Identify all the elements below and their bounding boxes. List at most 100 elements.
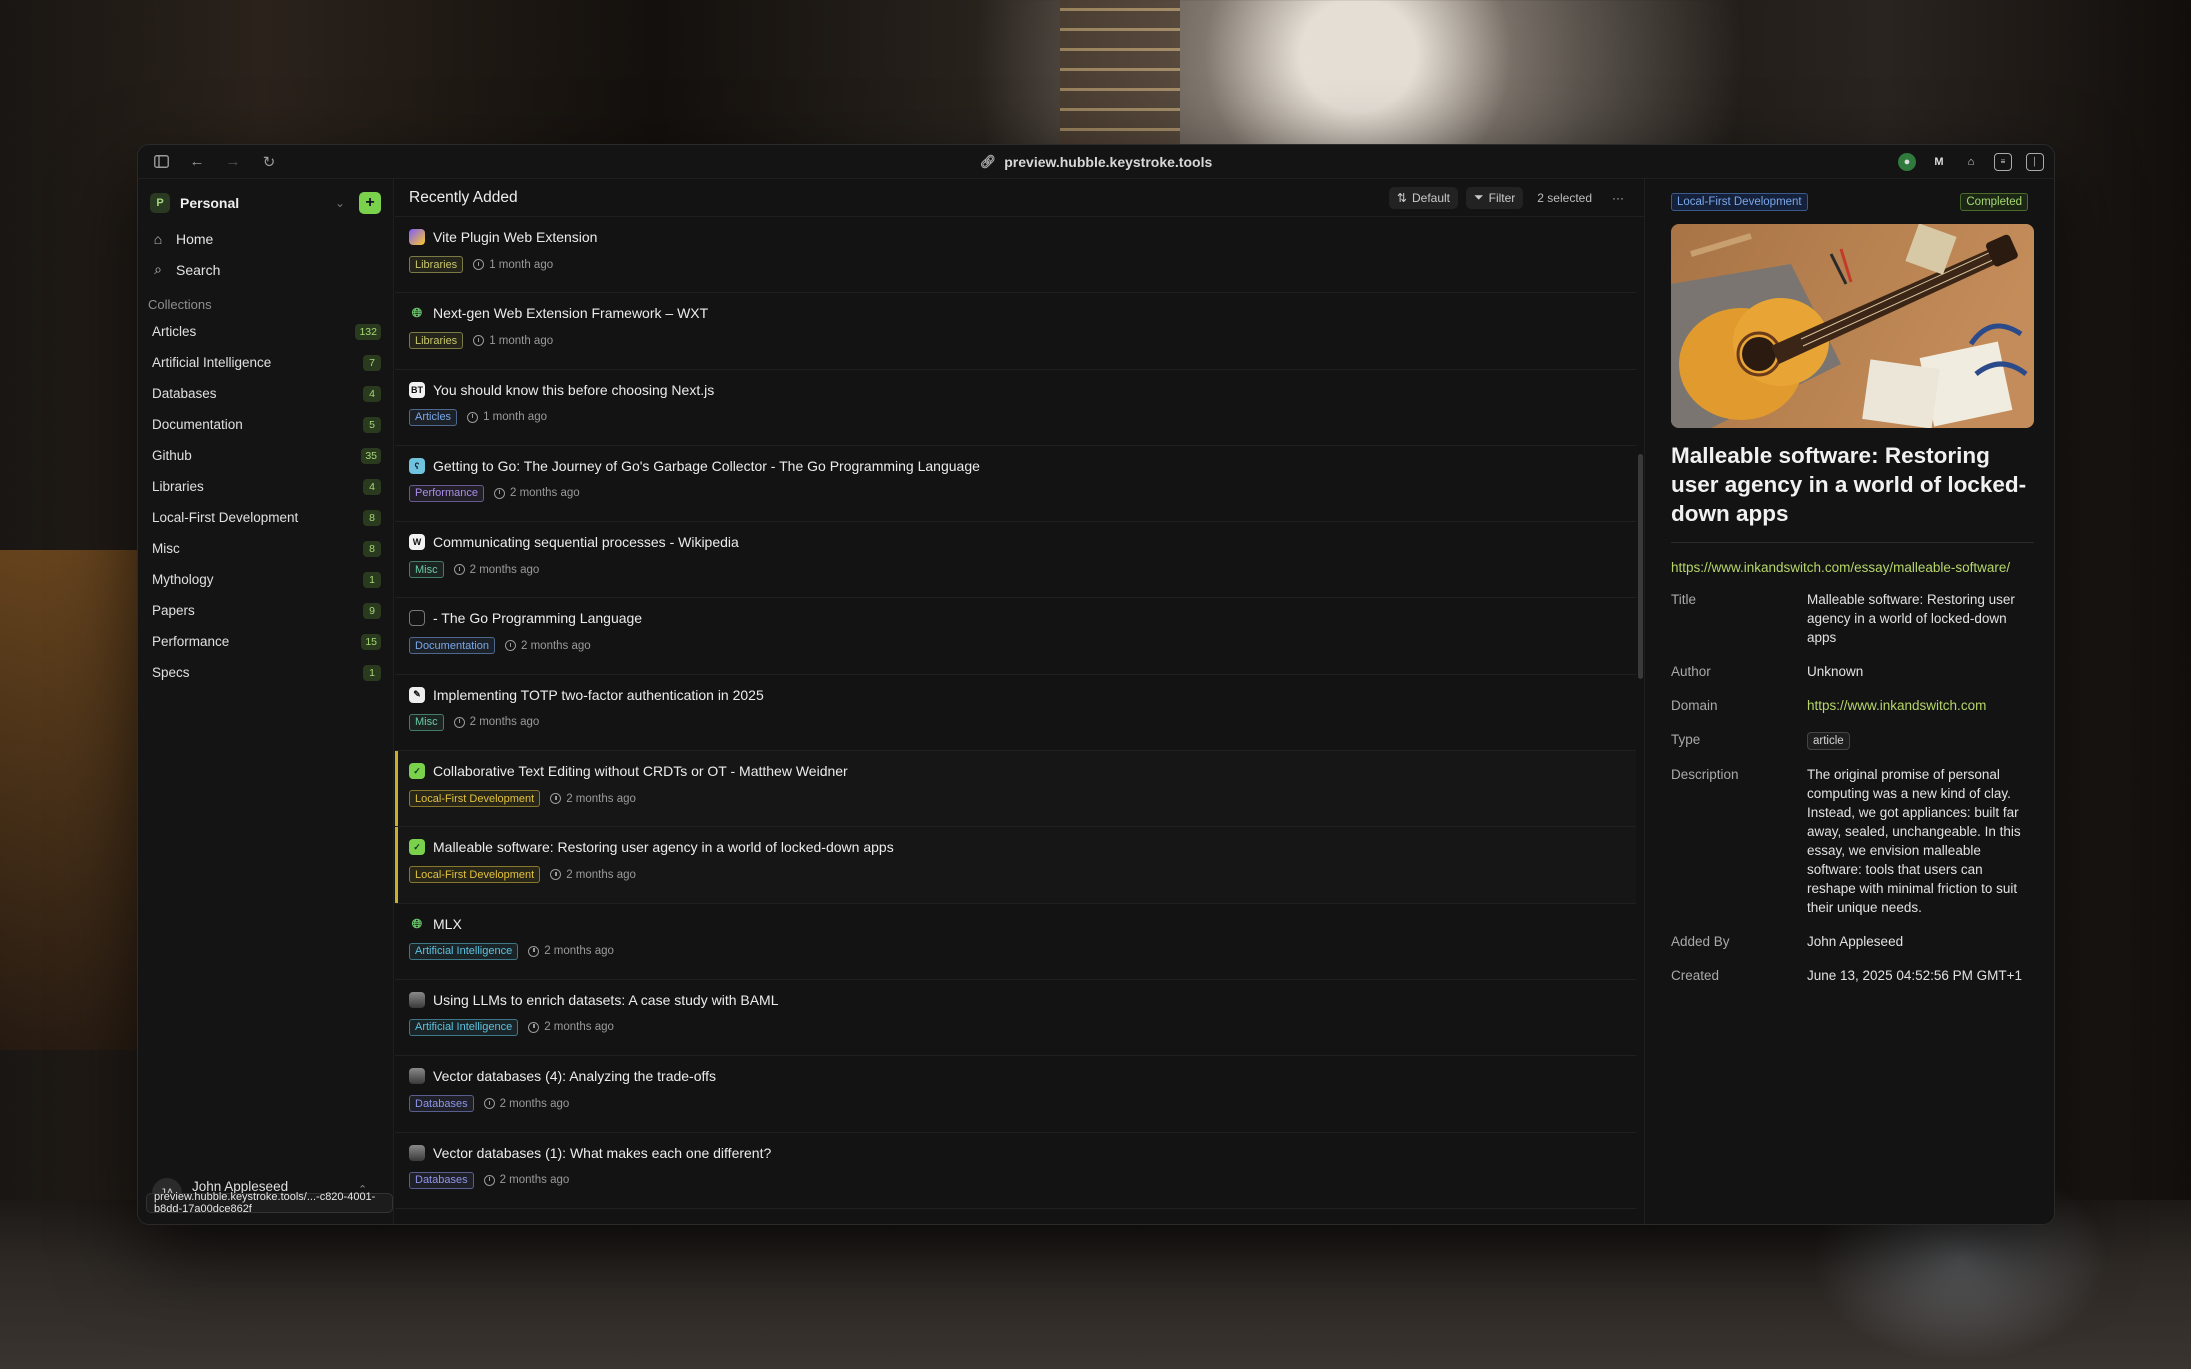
list-item[interactable]: ʕ Getting to Go: The Journey of Go's Garb… <box>395 446 1636 523</box>
checkbox-checked-icon: ✓ <box>409 763 425 780</box>
property-description: Description The original promise of perso… <box>1671 765 2028 917</box>
collection-tag[interactable]: Artificial Intelligence <box>409 942 519 960</box>
collection-tag[interactable]: Local-First Development <box>1671 193 1808 211</box>
list-item[interactable]: 🌐︎ Next-gen Web Extension Framework – WXT… <box>395 293 1636 370</box>
sidebar-item-documentation[interactable]: Documentation 5 <box>138 409 393 440</box>
sidebar: P Personal ⌄ + ⌂ Home ⌕ Search Collectio… <box>138 179 394 1224</box>
nav-home[interactable]: ⌂ Home <box>138 223 393 254</box>
sidebar-item-libraries[interactable]: Libraries 4 <box>138 471 393 502</box>
property-value[interactable]: https://www.inkandswitch.com <box>1807 696 2028 715</box>
photo-icon <box>409 1144 425 1161</box>
collection-tag[interactable]: Libraries <box>409 332 464 350</box>
collection-tag[interactable]: Articles <box>409 408 458 426</box>
checkbox-checked-icon: ✓ <box>409 839 425 856</box>
extension-list-icon[interactable]: ≡ <box>1994 152 2012 171</box>
clock-icon <box>453 564 465 576</box>
detail-title: Malleable software: Restoring user agenc… <box>1671 443 2027 526</box>
blank-page-icon <box>409 610 425 627</box>
sidebar-item-performance[interactable]: Performance 15 <box>138 626 393 657</box>
timestamp: 2 months ago <box>505 640 591 652</box>
detail-url-link[interactable]: https://www.inkandswitch.com/essay/malle… <box>1671 559 2011 578</box>
sidebar-item-articles[interactable]: Articles 132 <box>138 316 393 347</box>
list-item-title[interactable]: Getting to Go: The Journey of Go's Garba… <box>433 458 980 474</box>
collection-tag[interactable]: Artificial Intelligence <box>409 1018 519 1036</box>
list-item-title[interactable]: Vector databases (1): What makes each on… <box>433 1145 771 1161</box>
list-item[interactable]: - The Go Programming Language Documentati… <box>395 598 1636 675</box>
list-item-header: ✓ Collaborative Text Editing without CRDT… <box>409 761 1636 781</box>
list-item-title[interactable]: Communicating sequential processes - Wik… <box>433 534 739 550</box>
sidebar-toggle-icon[interactable] <box>150 151 172 173</box>
sort-button[interactable]: ⇅ Default <box>1388 186 1459 209</box>
list-item[interactable]: ✎ Implementing TOTP two-factor authentica… <box>395 675 1636 752</box>
list-item-title[interactable]: Vite Plugin Web Extension <box>433 229 597 245</box>
wikipedia-icon: W <box>409 534 425 551</box>
list-item-meta: Databases 2 months ago <box>409 1171 1636 1189</box>
scrollbar[interactable] <box>1638 454 1643 679</box>
link-icon: 🔗︎ <box>979 154 997 169</box>
collection-tag[interactable]: Misc <box>409 561 444 579</box>
extension-m-icon[interactable]: M <box>1930 153 1948 171</box>
list-item-title[interactable]: Using LLMs to enrich datasets: A case st… <box>433 992 779 1008</box>
sidebar-item-databases[interactable]: Databases 4 <box>138 378 393 409</box>
sidebar-item-misc[interactable]: Misc 8 <box>138 533 393 564</box>
list-item[interactable]: W Communicating sequential processes - Wi… <box>395 522 1636 599</box>
list-item-header: ✎ Implementing TOTP two-factor authentica… <box>409 685 1636 705</box>
collection-tag[interactable]: Databases <box>409 1095 474 1113</box>
add-button[interactable]: + <box>359 192 381 214</box>
list-item[interactable]: Vite Plugin Web Extension Libraries 1 mont… <box>395 217 1636 294</box>
nav-home-label: Home <box>176 230 214 247</box>
collection-tag[interactable]: Local-First Development <box>409 866 541 884</box>
list-item[interactable]: Using LLMs to enrich datasets: A case st… <box>395 980 1636 1057</box>
nav-search-label: Search <box>176 261 221 278</box>
property-value: John Appleseed <box>1807 934 1904 950</box>
list-item-title[interactable]: Vector databases (4): Analyzing the trad… <box>433 1068 716 1084</box>
nav-search[interactable]: ⌕ Search <box>138 254 393 285</box>
list-item[interactable]: Vector databases (1): What makes each on… <box>395 1133 1636 1209</box>
timestamp: 2 months ago <box>483 1098 569 1110</box>
list-item-title[interactable]: Malleable software: Restoring user agenc… <box>433 839 894 855</box>
reload-icon[interactable]: ↻ <box>258 151 280 173</box>
chevron-down-icon[interactable]: ⌄ <box>335 196 345 210</box>
property-value: June 13, 2025 04:52:56 PM GMT+1 <box>1807 968 2023 984</box>
filter-button[interactable]: ⏷ Filter <box>1466 186 1524 209</box>
list-item[interactable]: Vector databases (4): Analyzing the trad… <box>395 1056 1636 1133</box>
address-bar[interactable]: 🔗︎ preview.hubble.keystroke.tools <box>138 145 2054 179</box>
extension-green-icon[interactable]: ● <box>1898 152 1916 171</box>
sidebar-item-papers[interactable]: Papers 9 <box>138 595 393 626</box>
sidebar-item-local-first-development[interactable]: Local-First Development 8 <box>138 502 393 533</box>
collection-tag[interactable]: Performance <box>409 484 484 502</box>
timestamp-text: 2 months ago <box>499 1174 570 1187</box>
collections-list: Articles 132 Artificial Intelligence 7 Datab… <box>138 316 393 688</box>
list-item-title[interactable]: Collaborative Text Editing without CRDTs… <box>433 763 848 779</box>
list-item-title[interactable]: You should know this before choosing Nex… <box>433 382 714 398</box>
collection-tag[interactable]: Databases <box>409 1171 474 1189</box>
sidebar-item-artificial-intelligence[interactable]: Artificial Intelligence 7 <box>138 347 393 378</box>
sidebar-item-specs[interactable]: Specs 1 <box>138 657 393 688</box>
list-item-title[interactable]: Next-gen Web Extension Framework – WXT <box>433 305 708 321</box>
collection-tag[interactable]: Misc <box>409 713 444 731</box>
collection-tag[interactable]: Documentation <box>409 637 495 655</box>
split-view-icon[interactable]: │ <box>2026 152 2044 171</box>
more-options-icon[interactable]: ··· <box>1606 191 1630 205</box>
back-arrow-icon[interactable]: ← <box>186 151 208 173</box>
extension-gift-icon[interactable]: ⌂ <box>1962 153 1980 171</box>
list-item[interactable]: BT You should know this before choosing N… <box>395 370 1636 446</box>
sidebar-item-mythology[interactable]: Mythology 1 <box>138 564 393 595</box>
list-item-title[interactable]: MLX <box>433 916 462 932</box>
collection-tag[interactable]: Libraries <box>409 256 464 273</box>
status-badge[interactable]: Completed <box>1960 193 2028 211</box>
workspace-avatar: P <box>150 193 170 213</box>
forward-arrow-icon[interactable]: → <box>222 151 244 173</box>
property-key: Domain <box>1671 698 1718 714</box>
count-badge: 4 <box>363 478 381 495</box>
list-item[interactable]: ✓ Malleable software: Restoring user agen… <box>395 827 1636 904</box>
property-type: Type article <box>1671 730 2028 751</box>
timestamp: 2 months ago <box>453 564 539 576</box>
workspace-switcher[interactable]: P Personal ⌄ + <box>138 183 393 223</box>
list-item[interactable]: ✓ Collaborative Text Editing without CRDT… <box>395 751 1636 828</box>
collection-tag[interactable]: Local-First Development <box>409 790 541 808</box>
list-item-title[interactable]: Implementing TOTP two-factor authenticat… <box>433 687 764 703</box>
list-item[interactable]: 🌐︎ MLX Artificial Intelligence 2 months ago <box>395 904 1636 980</box>
sidebar-item-github[interactable]: Github 35 <box>138 440 393 471</box>
list-item-title[interactable]: - The Go Programming Language <box>433 610 642 626</box>
